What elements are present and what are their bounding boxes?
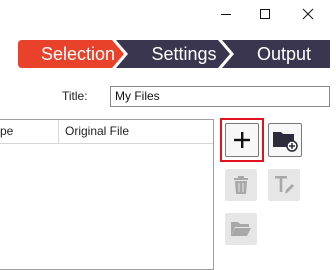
- column-header-type[interactable]: pe: [0, 120, 58, 143]
- table-header: pe Original File: [0, 120, 213, 144]
- add-folder-button[interactable]: [268, 123, 302, 157]
- add-file-button[interactable]: [225, 123, 259, 157]
- column-header-original-file[interactable]: Original File: [58, 120, 213, 143]
- plus-icon: [234, 132, 250, 148]
- file-table[interactable]: pe Original File: [0, 119, 214, 270]
- add-folder-icon: [273, 132, 298, 152]
- step-settings[interactable]: Settings: [136, 40, 232, 68]
- wizard-steps: Selection Settings Output: [18, 40, 330, 68]
- title-label: Title:: [62, 89, 88, 103]
- close-button[interactable]: [290, 0, 326, 28]
- step-selection[interactable]: Selection: [30, 40, 126, 68]
- remove-button[interactable]: [225, 169, 257, 201]
- maximize-icon: [260, 9, 270, 19]
- folder-icon: [231, 222, 251, 236]
- trash-icon: [234, 176, 248, 194]
- title-input[interactable]: My Files: [110, 86, 330, 107]
- rename-icon: [275, 176, 294, 194]
- minimize-button[interactable]: [208, 0, 244, 28]
- maximize-button[interactable]: [247, 0, 283, 28]
- minimize-icon: [221, 14, 231, 15]
- rename-button[interactable]: [268, 169, 300, 201]
- close-icon: [302, 8, 314, 20]
- step-output[interactable]: Output: [240, 40, 328, 68]
- open-folder-button[interactable]: [225, 213, 257, 245]
